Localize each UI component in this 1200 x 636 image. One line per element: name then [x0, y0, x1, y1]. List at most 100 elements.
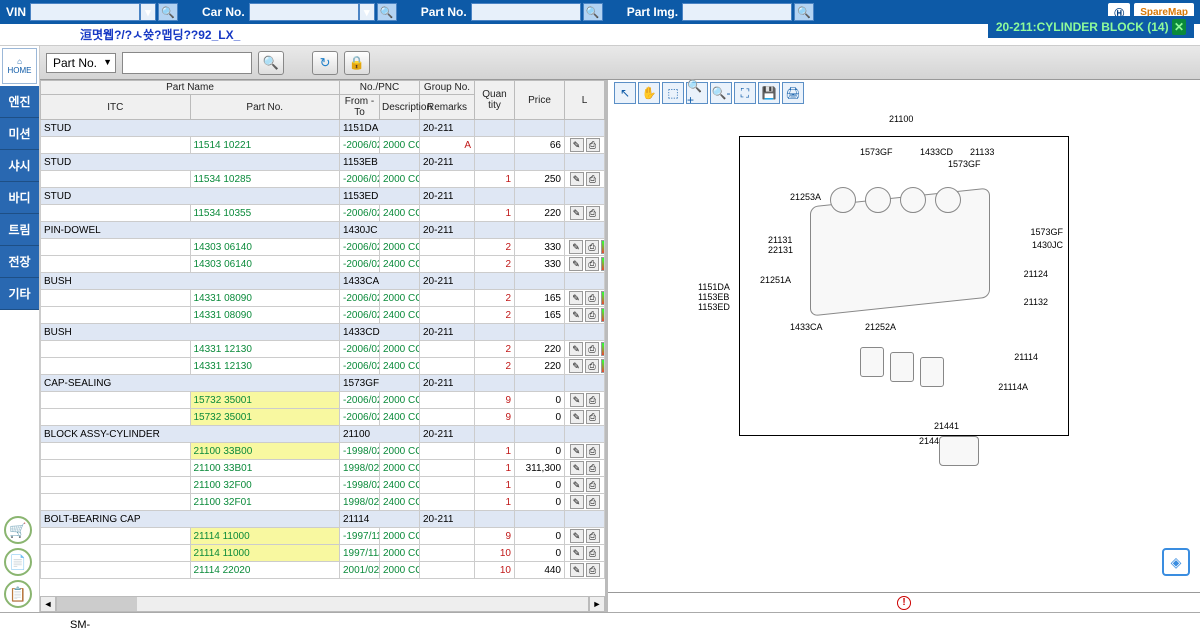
carno-dropdown[interactable]: ▾	[359, 3, 375, 21]
part-row[interactable]: 15732 35001-2006/02/012400 CC >90✎⎙	[41, 409, 605, 426]
grid-search-button[interactable]: 🔍	[258, 51, 284, 75]
part-row[interactable]: 21100 32F011998/02/15-2006/02/012400 CC …	[41, 494, 605, 511]
sidebar-item[interactable]: 바디	[0, 182, 39, 214]
col-partno: Part No.	[190, 95, 340, 120]
part-row[interactable]: 21114 11000-1997/11/132000 CC >90✎⎙	[41, 528, 605, 545]
col-description: Description	[380, 95, 420, 120]
diagram-label: 1151DA 1153EB 1153ED	[698, 282, 730, 312]
refresh-button[interactable]: ↻	[312, 51, 338, 75]
diagram-statusbar: !	[608, 592, 1200, 612]
diagram-label: 21124	[1024, 269, 1048, 279]
diagram-label: 21441	[934, 421, 959, 431]
zoom-area-tool[interactable]: ⬚	[662, 82, 684, 104]
diagram-label: 1430JC	[1032, 240, 1063, 250]
group-header-row[interactable]: BOLT-BEARING CAP2111420-211	[41, 511, 605, 528]
zoom-in-button[interactable]: 🔍+	[686, 82, 708, 104]
left-sidebar: ⌂ HOME 엔진미션샤시바디트림전장기타 🛒 📄 📋	[0, 46, 40, 612]
pointer-tool[interactable]: ↖	[614, 82, 636, 104]
col-price: Price	[515, 81, 565, 120]
diagram-frame: 1573GF 1433CD 21133 1573GF 21253A 21131 …	[739, 136, 1069, 436]
diagram-label: 21252A	[865, 322, 896, 332]
diagram-label: 21132	[1024, 297, 1048, 307]
diagram-label: 21133	[970, 147, 994, 157]
part-row[interactable]: 21114 220202001/02/05-2006/02/012000 CC …	[41, 562, 605, 579]
carno-search-button[interactable]: 🔍	[377, 3, 397, 21]
sidebar-item[interactable]: 전장	[0, 246, 39, 278]
vin-search-button[interactable]: 🔍	[158, 3, 178, 21]
group-header-row[interactable]: STUD1151DA20-211	[41, 120, 605, 137]
group-header-row[interactable]: STUD1153ED20-211	[41, 188, 605, 205]
col-remarks: Remarks	[420, 95, 475, 120]
doc-button[interactable]: 📄	[4, 548, 32, 576]
sidebar-item[interactable]: 엔진	[0, 86, 39, 118]
part-row[interactable]: 14331 08090-2006/02/012400 CC >2165✎⎙	[41, 307, 605, 324]
part-row[interactable]: 21100 33B011998/02/15-2006/02/012000 CC …	[41, 460, 605, 477]
col-itc: ITC	[41, 95, 191, 120]
col-quantity: Quan tity	[475, 81, 515, 120]
clipboard-button[interactable]: 📋	[4, 580, 32, 608]
sidebar-item[interactable]: 샤시	[0, 150, 39, 182]
diagram-label: 21100	[889, 114, 913, 124]
group-header-row[interactable]: CAP-SEALING1573GF20-211	[41, 375, 605, 392]
sidebar-item[interactable]: 미션	[0, 118, 39, 150]
diagram-label: 21114A	[998, 382, 1028, 392]
warning-icon: !	[897, 596, 911, 610]
diagram-canvas[interactable]: 21100 1573GF 1433CD 21133 1573GF 21253A …	[608, 106, 1200, 592]
part-row[interactable]: 21114 110001997/11/13-2001/02/052000 CC …	[41, 545, 605, 562]
diagram-label: 21131 22131	[768, 235, 793, 255]
partno-search-button[interactable]: 🔍	[583, 3, 603, 21]
help-float-button[interactable]: ◈	[1162, 548, 1190, 576]
partimg-input[interactable]	[682, 3, 792, 21]
partno-input[interactable]	[471, 3, 581, 21]
lock-button[interactable]: 🔒	[344, 51, 370, 75]
diagram-label: 1573GF	[1030, 227, 1063, 237]
col-fromto: From - To	[340, 95, 380, 120]
col-group-no: Group No.	[420, 81, 475, 95]
group-header-row[interactable]: BLOCK ASSY-CYLINDER2110020-211	[41, 426, 605, 443]
part-row[interactable]: 14303 06140-2006/02/012000 CC >2330✎⎙	[41, 239, 605, 256]
part-row[interactable]: 14331 12130-2006/02/012400 CC >2220✎⎙	[41, 358, 605, 375]
search-mode-dropdown[interactable]: Part No.	[46, 53, 116, 73]
part-row[interactable]: 11534 10285-2006/02/012000 CC >1250✎⎙	[41, 171, 605, 188]
carno-input[interactable]	[249, 3, 359, 21]
zoom-out-button[interactable]: 🔍-	[710, 82, 732, 104]
sidebar-item[interactable]: 기타	[0, 278, 39, 310]
partno-label: Part No.	[421, 5, 467, 19]
diagram-label: 1573GF	[860, 147, 893, 157]
part-row[interactable]: 11514 10221-2006/02/012000 CC >A66✎⎙	[41, 137, 605, 154]
fit-button[interactable]: ⛶	[734, 82, 756, 104]
print-button[interactable]: 🖨	[782, 82, 804, 104]
diagram-title: 20-211:CYLINDER BLOCK (14) ✕	[988, 16, 1194, 38]
cart-button[interactable]: 🛒	[4, 516, 32, 544]
parts-grid[interactable]: Part Name No./PNC Group No. Quan tity Pr…	[40, 80, 605, 596]
group-header-row[interactable]: BUSH1433CD20-211	[41, 324, 605, 341]
diagram-label: 1433CA	[790, 322, 823, 332]
save-button[interactable]: 💾	[758, 82, 780, 104]
pan-tool[interactable]: ✋	[638, 82, 660, 104]
vin-input[interactable]	[30, 3, 140, 21]
vin-label: VIN	[6, 5, 26, 19]
diagram-label: 21251A	[760, 275, 791, 285]
grid-search-input[interactable]	[122, 52, 252, 74]
group-header-row[interactable]: PIN-DOWEL1430JC20-211	[41, 222, 605, 239]
group-header-row[interactable]: STUD1153EB20-211	[41, 154, 605, 171]
diagram-label: 21114	[1014, 352, 1038, 362]
partimg-label: Part Img.	[627, 5, 678, 19]
grid-toolbar: Part No. 🔍 ↻ 🔒 20-211:CYLINDER BLOCK (14…	[40, 46, 1200, 80]
col-part-name: Part Name	[41, 81, 340, 95]
sidebar-item[interactable]: 트림	[0, 214, 39, 246]
part-row[interactable]: 14303 06140-2006/02/012400 CC >2330✎⎙	[41, 256, 605, 273]
part-row[interactable]: 14331 12130-2006/02/012000 CC >2220✎⎙	[41, 341, 605, 358]
diagram-label: 1573GF	[948, 159, 981, 169]
partimg-search-button[interactable]: 🔍	[794, 3, 814, 21]
vin-dropdown[interactable]: ▾	[140, 3, 156, 21]
part-row[interactable]: 15732 35001-2006/02/012000 CC >90✎⎙	[41, 392, 605, 409]
home-button[interactable]: ⌂ HOME	[2, 48, 37, 84]
grid-hscroll[interactable]: ◄►	[40, 596, 605, 612]
part-row[interactable]: 21100 32F00-1998/02/152400 CC >10✎⎙	[41, 477, 605, 494]
part-row[interactable]: 11534 10355-2006/02/012400 CC >1220✎⎙	[41, 205, 605, 222]
home-icon: ⌂	[17, 57, 22, 66]
part-row[interactable]: 21100 33B00-1998/02/152000 CC >10✎⎙	[41, 443, 605, 460]
part-row[interactable]: 14331 08090-2006/02/012000 CC >2165✎⎙	[41, 290, 605, 307]
group-header-row[interactable]: BUSH1433CA20-211	[41, 273, 605, 290]
